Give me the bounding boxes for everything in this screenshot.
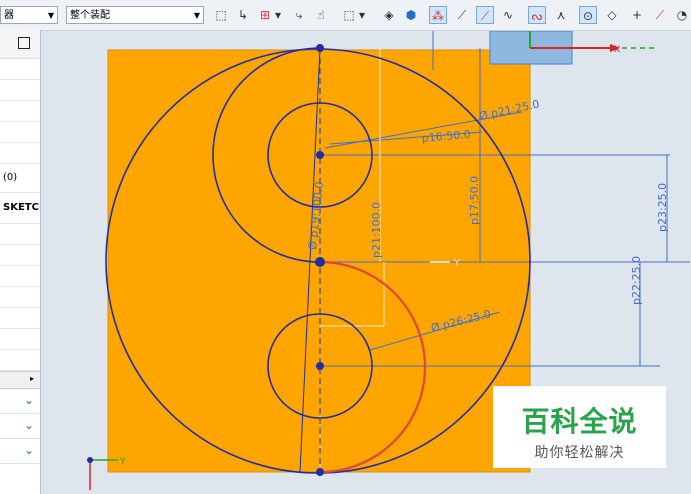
assembly-scope-combo[interactable]: 整个装配 ▼ [66,6,204,24]
chevron-down-icon[interactable]: ⌄ [24,418,34,432]
navigator-row[interactable] [0,80,40,101]
spline-icon[interactable]: ᔓ [528,6,546,24]
chevron-right-icon[interactable]: ▸ [30,374,34,383]
navigator-header [0,30,40,59]
pointer-icon[interactable]: ☝ [312,6,330,24]
navigator-row[interactable] [0,287,40,308]
navigator-row[interactable] [0,308,40,329]
collapsed-section[interactable]: ⌄ [0,389,40,414]
solid-cube-icon[interactable]: ⬢ [402,6,420,24]
navigator-row[interactable] [0,224,40,245]
navigator-row[interactable] [0,122,40,143]
axis-label-y-mid: Y [453,258,461,269]
box-select-icon[interactable]: ⬚ [340,6,358,24]
quadrant-point-icon[interactable]: ◇ [603,6,621,24]
navigator-row[interactable] [0,143,40,164]
navigator-row[interactable] [0,245,40,266]
snap-grid-icon[interactable]: ⁂ [429,6,447,24]
point-marker [316,44,324,52]
assembly-scope-value: 整个装配 [70,10,110,21]
navigator-row[interactable] [0,101,40,122]
navigator-row[interactable] [0,350,40,371]
selection-filter-value: 器 [4,10,14,21]
point-marker [315,257,325,267]
chevron-down-icon[interactable]: ⌄ [24,443,34,457]
top-toolbar: 器 ▼ 整个装配 ▼ ⬚ ↳ ⊞ ▾ ⤷ ☝ ⬚ ▾ ◈ ⬢ ⁂ ⟋ ⟋ ∿ ᔓ… [0,0,691,31]
center-point-icon[interactable]: ⊙ [579,6,597,24]
line-icon[interactable]: ⟋ [453,6,471,24]
add-feature-icon[interactable]: ⊞ [256,6,274,24]
selection-filter-combo[interactable]: 器 ▼ [0,6,58,24]
point-marker [316,151,324,159]
collapsed-section[interactable]: ⌄ [0,439,40,464]
dim-p21-line: p21:100.0 [370,202,383,258]
navigator-row-sketch[interactable]: SKETCH [0,193,40,224]
point-marker [316,468,324,476]
dropdown-arrow-icon[interactable]: ▾ [358,6,366,24]
view-icon[interactable]: ◔ [673,6,691,24]
chevron-down-icon: ▼ [193,11,200,20]
chevron-down-icon: ▼ [47,11,54,20]
snap-arrow-icon[interactable]: ↳ [234,6,252,24]
navigator-row[interactable] [0,329,40,350]
point-marker [316,362,324,370]
part-navigator-panel: (0) SKETCH ▸ ⌄ ⌄ ⌄ [0,30,41,494]
watermark-title: 百科全说 [521,405,638,438]
collapsed-section[interactable]: ⌄ [0,414,40,439]
navigator-row[interactable] [0,59,40,80]
dim-p22: p22:25.0 [630,256,643,305]
line-endpoint-icon[interactable]: ⟋ [476,6,494,24]
maximize-icon[interactable] [18,37,30,49]
navigator-row[interactable]: (0) [0,164,40,193]
navigator-row[interactable] [0,266,40,287]
dim-p17: p17:50.0 [468,176,481,225]
curve-icon[interactable]: ∿ [499,6,517,24]
dim-p23: p23:25.0 [656,183,669,232]
cross-point-icon[interactable]: + [628,6,646,24]
corner-triad-origin [87,457,93,463]
horizontal-scrollbar[interactable]: ▸ [0,371,40,389]
shaded-cube-icon[interactable]: ◈ [380,6,398,24]
chevron-down-icon[interactable]: ⌄ [24,393,34,407]
select-body-icon[interactable]: ⬚ [212,6,230,24]
watermark-subtitle: 助你轻松解决 [534,445,625,461]
watermark-badge: 百科全说 助你轻松解决 [493,386,666,468]
transform-icon[interactable]: ⤷ [290,6,308,24]
dropdown-arrow-icon[interactable]: ▾ [274,6,282,24]
axis-label-x-top: X [614,45,620,55]
axis-label-y-corner: Y [119,457,126,467]
slash-icon[interactable]: ⟋ [651,6,669,24]
intersect-icon[interactable]: ⋏ [552,6,570,24]
